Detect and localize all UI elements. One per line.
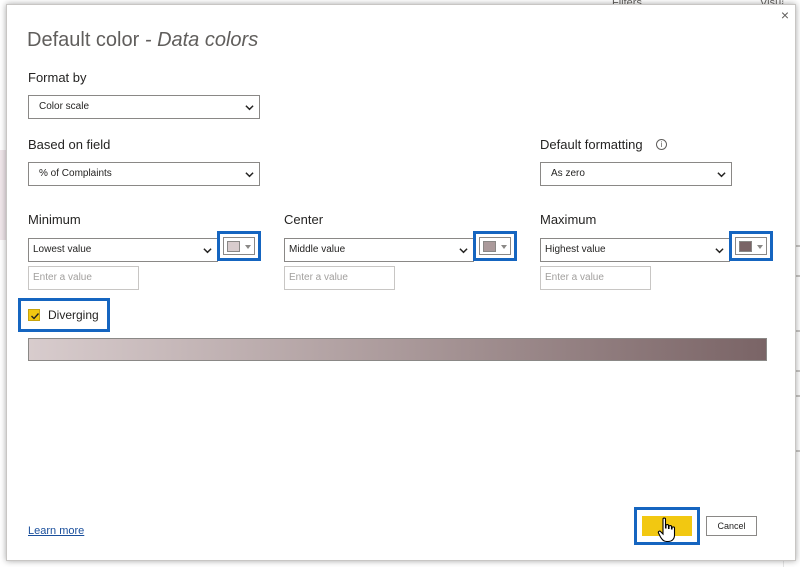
info-icon[interactable]: i	[656, 139, 667, 150]
center-color-picker-highlight	[473, 231, 517, 261]
center-color-picker[interactable]	[479, 237, 511, 255]
chevron-down-icon	[715, 248, 724, 254]
format-by-select[interactable]: Color scale	[28, 95, 260, 119]
center-value: Middle value	[289, 244, 346, 255]
data-colors-dialog: × Default color - Data colors Format by …	[6, 4, 796, 561]
minimum-value-input[interactable]: Enter a value	[28, 266, 139, 290]
cancel-button[interactable]: Cancel	[706, 516, 757, 536]
minimum-color-swatch	[227, 241, 240, 252]
maximum-value: Highest value	[545, 244, 606, 255]
minimum-select[interactable]: Lowest value	[28, 238, 218, 262]
minimum-color-picker[interactable]	[223, 237, 255, 255]
color-scale-gradient-preview	[28, 338, 767, 361]
chevron-down-icon	[245, 172, 254, 178]
chevron-down-icon	[245, 105, 254, 111]
based-on-field-value: % of Complaints	[39, 168, 112, 179]
center-value-input[interactable]: Enter a value	[284, 266, 395, 290]
dialog-title: Default color - Data colors	[27, 29, 258, 52]
close-icon[interactable]: ×	[777, 7, 793, 23]
dialog-title-separator: -	[139, 29, 158, 51]
minimum-value: Lowest value	[33, 244, 92, 255]
dialog-title-main: Default color	[27, 29, 140, 51]
center-select[interactable]: Middle value	[284, 238, 474, 262]
minimum-label: Minimum	[28, 212, 81, 227]
center-label: Center	[284, 212, 324, 227]
caret-down-icon	[245, 245, 251, 249]
maximum-select[interactable]: Highest value	[540, 238, 730, 262]
based-on-field-select[interactable]: % of Complaints	[28, 162, 260, 186]
diverging-checkbox[interactable]	[28, 309, 40, 321]
checkmark-icon	[31, 313, 40, 320]
maximum-value-input[interactable]: Enter a value	[540, 266, 651, 290]
maximum-color-swatch	[739, 241, 752, 252]
maximum-label: Maximum	[540, 212, 597, 227]
caret-down-icon	[757, 245, 763, 249]
format-by-label: Format by	[28, 70, 87, 85]
chevron-down-icon	[459, 248, 468, 254]
maximum-color-picker-highlight	[729, 231, 773, 261]
default-formatting-select[interactable]: As zero	[540, 162, 732, 186]
dialog-title-sub: Data colors	[157, 29, 259, 51]
default-formatting-value: As zero	[551, 168, 585, 179]
minimum-color-picker-highlight	[217, 231, 261, 261]
based-on-field-label: Based on field	[28, 137, 111, 152]
diverging-label[interactable]: Diverging	[48, 308, 99, 322]
chevron-down-icon	[717, 172, 726, 178]
center-color-swatch	[483, 241, 496, 252]
maximum-color-picker[interactable]	[735, 237, 767, 255]
hand-cursor-icon	[657, 517, 676, 543]
caret-down-icon	[501, 245, 507, 249]
learn-more-link[interactable]: Learn more	[28, 525, 84, 537]
chevron-down-icon	[203, 248, 212, 254]
default-formatting-label: Default formatting	[540, 137, 643, 152]
format-by-value: Color scale	[39, 101, 90, 112]
